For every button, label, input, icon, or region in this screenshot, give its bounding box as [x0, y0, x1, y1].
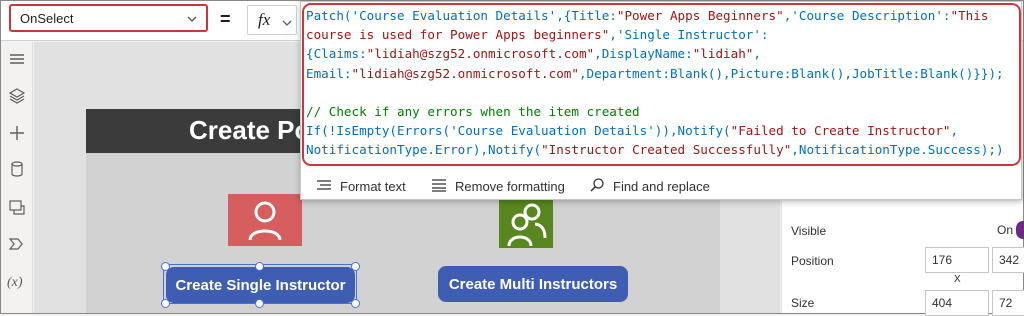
size-width-input[interactable]: 404 [925, 290, 989, 316]
visible-toggle[interactable] [1016, 221, 1024, 239]
formula-highlight [302, 3, 1021, 166]
create-multi-instructors-button[interactable]: Create Multi Instructors [438, 266, 628, 302]
search-icon [589, 177, 605, 196]
format-text-label: Format text [340, 178, 406, 194]
find-replace-button[interactable]: Find and replace [589, 176, 710, 196]
resize-handle[interactable] [351, 299, 360, 308]
remove-formatting-icon [431, 178, 447, 195]
format-text-icon [316, 178, 332, 195]
visible-value: On [997, 223, 1014, 237]
menu-icon[interactable] [8, 50, 26, 68]
editor-toolbar: Format text Remove formatting Find and r… [300, 170, 1022, 200]
size-height-input[interactable]: 72 [992, 290, 1024, 316]
position-label: Position [791, 254, 834, 268]
resize-handle[interactable] [255, 262, 264, 271]
single-user-image[interactable] [228, 194, 302, 246]
fx-label: fx [258, 10, 271, 29]
power-automate-icon[interactable] [8, 235, 26, 253]
layers-icon[interactable] [8, 87, 26, 105]
resize-handle[interactable] [351, 262, 360, 271]
resize-handle[interactable] [255, 299, 264, 308]
user-icon [248, 201, 282, 241]
add-icon[interactable] [8, 124, 26, 142]
position-x-input[interactable]: 176 [925, 247, 989, 273]
screen-title: Create Po [189, 115, 311, 145]
database-icon[interactable] [8, 160, 26, 178]
size-label: Size [791, 296, 815, 310]
equals-sign: = [220, 9, 231, 29]
format-text-button[interactable]: Format text [316, 176, 406, 196]
media-icon[interactable] [8, 198, 26, 216]
visible-label: Visible [791, 224, 827, 238]
variables-icon[interactable]: (x) [6, 272, 28, 290]
property-value: OnSelect [20, 11, 74, 26]
users-icon [507, 203, 547, 247]
resize-handle[interactable] [161, 262, 170, 271]
resize-handle[interactable] [161, 299, 170, 308]
chevron-down-icon [282, 15, 292, 33]
remove-formatting-button[interactable]: Remove formatting [431, 176, 565, 196]
fx-button[interactable]: fx [247, 5, 297, 35]
property-dropdown[interactable]: OnSelect [9, 4, 208, 32]
svg-text:(x): (x) [7, 275, 23, 290]
find-replace-label: Find and replace [613, 178, 710, 194]
position-y-input[interactable]: 342 [992, 247, 1024, 273]
x-axis-label: X [954, 274, 961, 285]
left-nav-rail: (x) [1, 42, 33, 313]
chevron-down-icon [186, 12, 198, 30]
multi-user-image[interactable] [499, 198, 553, 248]
remove-formatting-label: Remove formatting [455, 178, 565, 194]
